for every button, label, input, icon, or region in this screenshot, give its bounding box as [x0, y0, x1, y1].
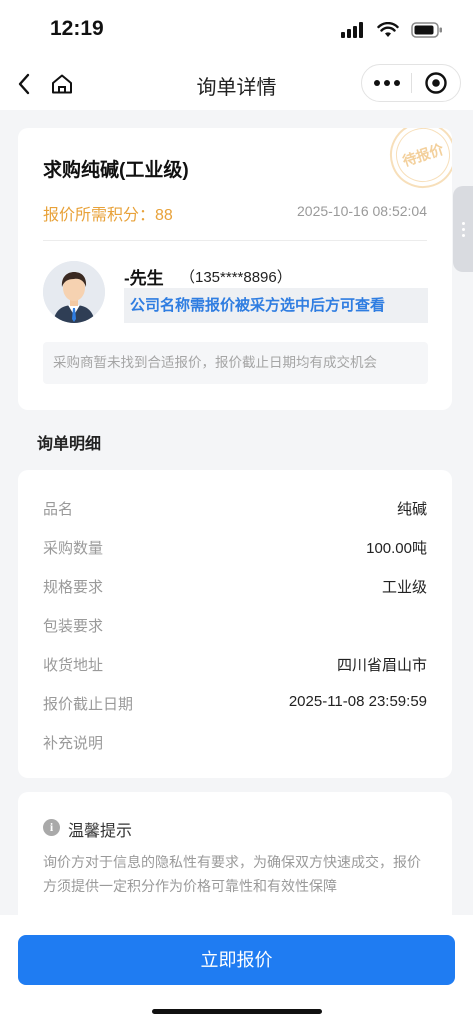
detail-value: 纯碱 — [396, 501, 427, 518]
info-icon: i — [43, 819, 60, 836]
more-icon — [373, 80, 380, 86]
inquiry-details-card: 品名 纯碱 采购数量 100.00吨 规格要求 工业级 包装要求 收货地址 四川… — [18, 470, 452, 778]
wifi-icon — [377, 22, 399, 37]
detail-label: 补充说明 — [43, 735, 104, 752]
detail-label: 采购数量 — [43, 540, 104, 557]
status-bar: 12:19 — [0, 0, 473, 58]
company-hidden-notice: 公司名称需报价被采方选中后方可查看 — [124, 288, 428, 323]
pending-quote-stamp: 待报价 — [381, 128, 452, 197]
detail-row-deadline: 报价截止日期 2025-11-08 23:59:59 — [43, 693, 427, 717]
handle-dot — [461, 233, 465, 237]
more-dot — [383, 80, 390, 86]
detail-label: 包装要求 — [43, 618, 104, 635]
points-label: 报价所需积分： — [43, 207, 156, 224]
inquiry-notice: 采购商暂未找到合适报价，报价截止日期均有成交机会 — [43, 342, 428, 384]
quote-now-button[interactable]: 立即报价 — [18, 935, 455, 985]
close-button[interactable] — [412, 65, 460, 101]
nav-bar: 询单详情 — [0, 58, 473, 110]
divider — [43, 240, 427, 241]
detail-row-product: 品名 纯碱 — [43, 498, 427, 522]
cellular-signal-icon — [341, 22, 363, 38]
stamp-text: 待报价 — [388, 128, 452, 190]
avatar — [43, 261, 105, 323]
status-icons — [341, 22, 443, 38]
detail-row-remarks: 补充说明 — [43, 732, 427, 756]
detail-row-quantity: 采购数量 100.00吨 — [43, 537, 427, 561]
tip-card: i 温馨提示 询价方对于信息的隐私性有要求，为确保双方快速成交，报价方须提供一定… — [18, 792, 452, 932]
tip-text: 询价方对于信息的隐私性有要求，为确保双方快速成交，报价方须提供一定积分作为价格可… — [43, 854, 421, 894]
handle-dot — [461, 221, 465, 225]
detail-label: 报价截止日期 — [43, 696, 134, 713]
more-button[interactable] — [362, 65, 411, 101]
detail-label: 收货地址 — [43, 657, 104, 674]
buyer-phone: （135****8896） — [180, 269, 292, 286]
status-time: 12:19 — [50, 17, 104, 40]
handle-dot — [461, 227, 465, 231]
close-target-icon — [425, 72, 447, 94]
detail-label: 品名 — [43, 501, 74, 518]
more-dot — [393, 80, 400, 86]
home-indicator — [152, 1009, 322, 1014]
detail-label: 规格要求 — [43, 579, 104, 596]
buyer-name: -先生 — [124, 269, 164, 288]
tip-title: 温馨提示 — [68, 823, 133, 840]
detail-row-spec: 规格要求 工业级 — [43, 576, 427, 600]
detail-value: 工业级 — [381, 579, 427, 596]
detail-value: 四川省眉山市 — [336, 657, 427, 674]
points-value: 88 — [155, 207, 173, 224]
detail-value: 2025-11-08 23:59:59 — [288, 693, 427, 710]
user-avatar-icon — [43, 261, 105, 323]
detail-row-address: 收货地址 四川省眉山市 — [43, 654, 427, 678]
details-section-title: 询单明细 — [37, 436, 102, 453]
detail-row-packaging: 包装要求 — [43, 615, 427, 639]
product-title: 求购纯碱(工业级) — [43, 160, 189, 181]
detail-value: 100.00吨 — [366, 540, 427, 557]
bottom-action-bar: 立即报价 — [0, 915, 473, 1024]
mini-program-capsule — [361, 64, 461, 102]
inquiry-summary-card: 待报价 求购纯碱(工业级) 报价所需积分：88 2025-10-16 08:52… — [18, 128, 452, 410]
post-time: 2025-10-16 08:52:04 — [297, 203, 427, 219]
battery-icon — [411, 22, 442, 38]
side-drag-handle[interactable] — [453, 186, 473, 272]
required-points: 报价所需积分：88 — [43, 201, 173, 225]
